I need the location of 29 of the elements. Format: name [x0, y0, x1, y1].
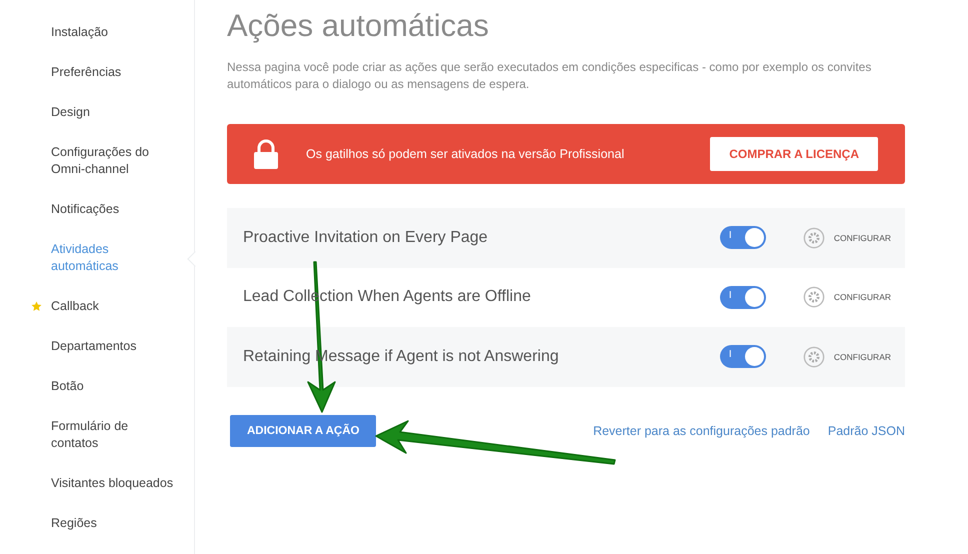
settings-icon[interactable]	[802, 226, 825, 249]
link[interactable]: Padrão JSON	[828, 424, 905, 438]
sidebar-item[interactable]: Instalação	[0, 13, 194, 53]
banner-message: Os gatilhos só podem ser ativados na versão Profissional	[306, 147, 626, 161]
settings-icon[interactable]	[802, 346, 825, 368]
sidebar-item[interactable]: Regiões	[0, 504, 194, 544]
sidebar-item[interactable]: Departamentos	[0, 327, 194, 367]
toggle-switch[interactable]: I	[720, 345, 766, 368]
sidebar-item[interactable]: Callback	[0, 287, 194, 327]
lock-icon	[253, 139, 279, 169]
sidebar-item[interactable]: Formulário de contatos	[0, 407, 194, 464]
sidebar-item[interactable]: Notificações	[0, 190, 194, 230]
page-description: Nessa pagina você pode criar as ações que serão executados em condições especificas - como por exemplo os convites automáticos para o dialogo ou as mensagens de espera.	[227, 59, 872, 93]
sidebar-item[interactable]: Preferências	[0, 53, 194, 93]
sidebar-item[interactable]: Botão	[0, 367, 194, 407]
settings-icon[interactable]	[802, 286, 825, 308]
configure-link[interactable]: CONFIGURAR	[834, 292, 891, 302]
buy-license-button[interactable]: COMPRAR A LICENÇA	[710, 137, 878, 171]
action-name: Proactive Invitation on Every Page	[243, 228, 489, 247]
toggle-switch[interactable]: I	[720, 286, 766, 309]
configure-link[interactable]: CONFIGURAR	[834, 352, 891, 362]
sidebar-item[interactable]: Visitantes bloqueados	[0, 464, 194, 504]
sidebar-item[interactable]: Configurações do Omni-channel	[0, 133, 194, 190]
page-title: Ações automáticas	[227, 8, 490, 44]
add-action-button[interactable]: ADICIONAR A AÇÃO	[230, 414, 376, 446]
configure-link[interactable]: CONFIGURAR	[834, 232, 891, 243]
link[interactable]: Reverter para as configurações padrão	[593, 424, 810, 438]
sidebar-item[interactable]: Design	[0, 93, 194, 133]
toggle-switch[interactable]: I	[720, 226, 766, 250]
